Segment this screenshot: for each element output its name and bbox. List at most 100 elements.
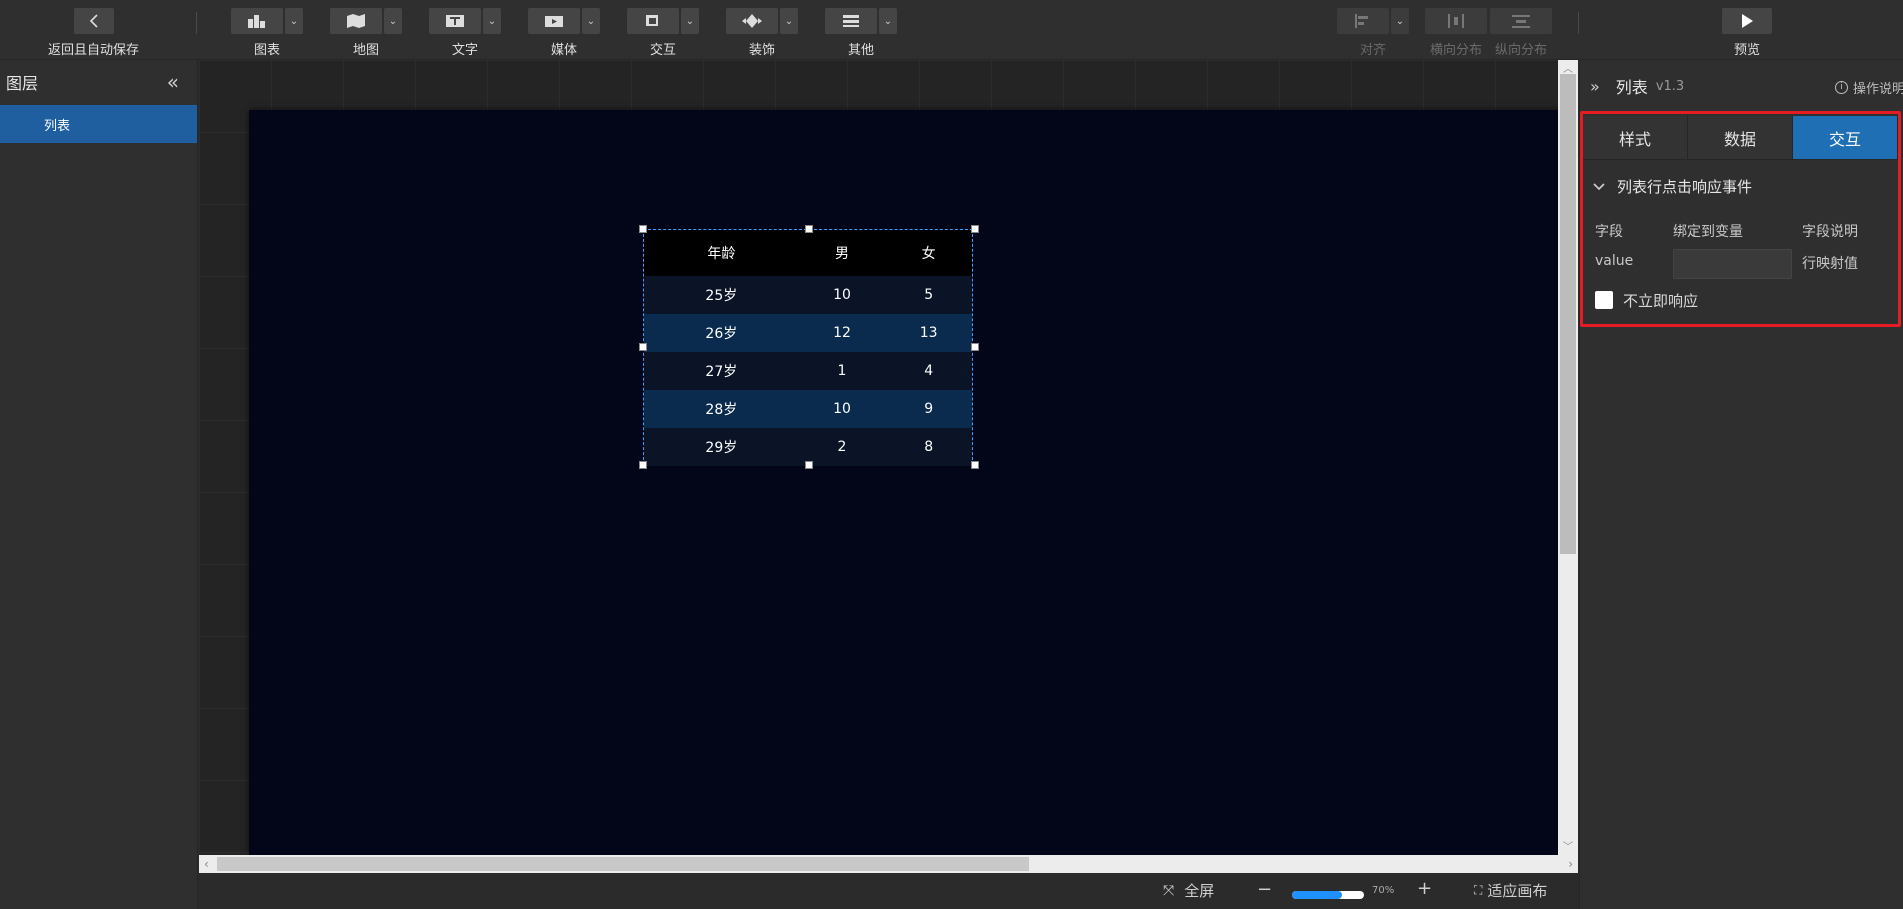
text-menu-label: 文字 bbox=[451, 43, 478, 58]
resize-handle-s[interactable] bbox=[805, 461, 813, 469]
scroll-up-icon[interactable]: ︿ bbox=[1558, 60, 1578, 75]
table-header-cell: 年龄 bbox=[644, 230, 799, 276]
vertical-scrollbar[interactable]: ︿ ﹀ bbox=[1558, 60, 1578, 855]
help-link[interactable]: i 操作说明 bbox=[1835, 78, 1903, 97]
chevron-down-icon[interactable]: ⌄ bbox=[879, 8, 897, 34]
chevron-down-icon[interactable]: ⌄ bbox=[384, 8, 402, 34]
decoration-menu[interactable]: ⌄ 装饰 bbox=[726, 8, 798, 58]
table-cell: 27岁 bbox=[644, 352, 799, 390]
resize-handle-se[interactable] bbox=[971, 461, 979, 469]
chevron-down-icon[interactable]: ⌄ bbox=[582, 8, 600, 34]
table-cell: 26岁 bbox=[644, 314, 799, 352]
chevron-down-icon[interactable]: ⌄ bbox=[285, 8, 303, 34]
expand-right-icon[interactable]: » bbox=[1590, 77, 1600, 96]
interaction-menu[interactable]: ⌄ 交互 bbox=[627, 8, 699, 58]
table-header-cell: 女 bbox=[885, 230, 972, 276]
tab-style[interactable]: 样式 bbox=[1583, 116, 1688, 160]
fullscreen-label: 全屏 bbox=[1184, 882, 1215, 900]
back-save-label: 返回且自动保存 bbox=[48, 43, 140, 58]
interaction-icon[interactable] bbox=[627, 8, 679, 34]
other-menu[interactable]: ⌄ 其他 bbox=[825, 8, 897, 58]
table-header-cell: 男 bbox=[798, 230, 886, 276]
resize-handle-nw[interactable] bbox=[639, 225, 647, 233]
design-screen[interactable] bbox=[249, 110, 1578, 855]
table-row[interactable]: 26岁 12 13 bbox=[644, 314, 972, 352]
scroll-thumb[interactable] bbox=[1560, 74, 1576, 554]
horizontal-scrollbar[interactable]: ‹ › bbox=[199, 855, 1578, 873]
chevron-down-icon[interactable]: ⌄ bbox=[483, 8, 501, 34]
resize-handle-ne[interactable] bbox=[971, 225, 979, 233]
align-label: 对齐 bbox=[1359, 43, 1386, 58]
resize-handle-n[interactable] bbox=[805, 225, 813, 233]
top-toolbar: 返回且自动保存 ⌄ 图表 ⌄ 地图 ⌄ 文字 ⌄ 媒体 ⌄ 交互 ⌄ 装饰 ⌄ … bbox=[0, 0, 1903, 60]
divider bbox=[196, 12, 197, 34]
tab-interaction[interactable]: 交互 bbox=[1793, 116, 1898, 160]
component-name: 列表 bbox=[1615, 78, 1648, 97]
event-section-header[interactable]: 列表行点击响应事件 bbox=[1593, 176, 1752, 197]
layer-panel: 图层 « 列表 bbox=[0, 60, 198, 909]
zoom-out-button[interactable]: − bbox=[1257, 879, 1272, 900]
fullscreen-button[interactable]: ⤧ 全屏 bbox=[1163, 880, 1214, 901]
field-description: 行映射值 bbox=[1802, 256, 1858, 272]
fit-canvas-label: 适应画布 bbox=[1487, 882, 1548, 900]
zoom-slider-fill bbox=[1292, 891, 1343, 899]
table-cell: 10 bbox=[798, 276, 886, 314]
bind-column-header: 绑定到变量 bbox=[1673, 224, 1743, 240]
chart-menu[interactable]: ⌄ 图表 bbox=[231, 8, 303, 58]
bar-chart-icon[interactable] bbox=[231, 8, 283, 34]
table-row[interactable]: 25岁 10 5 bbox=[644, 276, 972, 314]
media-menu[interactable]: ⌄ 媒体 bbox=[528, 8, 600, 58]
list-widget[interactable]: 年龄 男 女 25岁 10 5 26岁 12 13 27岁 1 4 28岁 10… bbox=[639, 225, 979, 469]
component-version: v1.3 bbox=[1655, 78, 1685, 94]
fit-canvas-button[interactable]: ⛶ 适应画布 bbox=[1474, 880, 1547, 901]
zoom-in-button[interactable]: + bbox=[1417, 878, 1432, 899]
table-row[interactable]: 28岁 10 9 bbox=[644, 390, 972, 428]
horizontal-distribute-label: 横向分布 bbox=[1429, 43, 1482, 58]
scroll-left-icon[interactable]: ‹ bbox=[204, 855, 209, 873]
zoom-slider[interactable] bbox=[1292, 891, 1364, 899]
resize-handle-w[interactable] bbox=[639, 343, 647, 351]
chevron-down-icon[interactable]: ⌄ bbox=[1391, 8, 1409, 34]
fullscreen-icon: ⤧ bbox=[1163, 882, 1175, 899]
other-icon[interactable] bbox=[825, 8, 877, 34]
align-menu[interactable]: ⌄ 对齐 bbox=[1337, 8, 1409, 58]
field-name: value bbox=[1595, 253, 1634, 269]
align-left-icon[interactable] bbox=[1337, 8, 1389, 34]
map-icon[interactable] bbox=[330, 8, 382, 34]
table-cell: 4 bbox=[885, 352, 972, 390]
table-cell: 28岁 bbox=[644, 390, 799, 428]
text-icon[interactable] bbox=[429, 8, 481, 34]
decoration-menu-label: 装饰 bbox=[748, 43, 775, 58]
chevron-down-icon[interactable]: ⌄ bbox=[681, 8, 699, 34]
media-menu-label: 媒体 bbox=[550, 43, 577, 58]
media-icon[interactable] bbox=[528, 8, 580, 34]
decoration-icon[interactable] bbox=[726, 8, 778, 34]
preview-button[interactable]: 预览 bbox=[1722, 8, 1772, 58]
text-menu[interactable]: ⌄ 文字 bbox=[429, 8, 501, 58]
table-cell: 5 bbox=[885, 276, 972, 314]
map-menu[interactable]: ⌄ 地图 bbox=[330, 8, 402, 58]
scroll-down-icon[interactable]: ﹀ bbox=[1558, 838, 1578, 853]
resize-handle-sw[interactable] bbox=[639, 461, 647, 469]
horizontal-distribute-button[interactable]: 横向分布 bbox=[1425, 8, 1487, 58]
table-cell: 1 bbox=[798, 352, 886, 390]
tab-data[interactable]: 数据 bbox=[1688, 116, 1793, 160]
vertical-distribute-button[interactable]: 纵向分布 bbox=[1490, 8, 1552, 58]
scroll-right-icon[interactable]: › bbox=[1568, 855, 1573, 873]
layer-item-list[interactable]: 列表 bbox=[0, 105, 197, 143]
bind-variable-input[interactable] bbox=[1673, 249, 1792, 279]
desc-column-header: 字段说明 bbox=[1802, 224, 1858, 240]
zoom-value: 70% bbox=[1372, 885, 1395, 896]
vertical-distribute-label: 纵向分布 bbox=[1494, 43, 1547, 58]
no-immediate-response-label: 不立即响应 bbox=[1623, 292, 1699, 310]
chevron-left-icon bbox=[73, 8, 114, 34]
collapse-left-icon[interactable]: « bbox=[167, 70, 179, 94]
back-save-button[interactable]: 返回且自动保存 bbox=[48, 8, 139, 58]
chart-menu-label: 图表 bbox=[253, 43, 280, 58]
scroll-thumb[interactable] bbox=[217, 857, 1029, 871]
table-row[interactable]: 27岁 1 4 bbox=[644, 352, 972, 390]
field-column-header: 字段 bbox=[1595, 224, 1623, 240]
no-immediate-response-checkbox[interactable] bbox=[1595, 291, 1613, 309]
chevron-down-icon[interactable]: ⌄ bbox=[780, 8, 798, 34]
resize-handle-e[interactable] bbox=[971, 343, 979, 351]
